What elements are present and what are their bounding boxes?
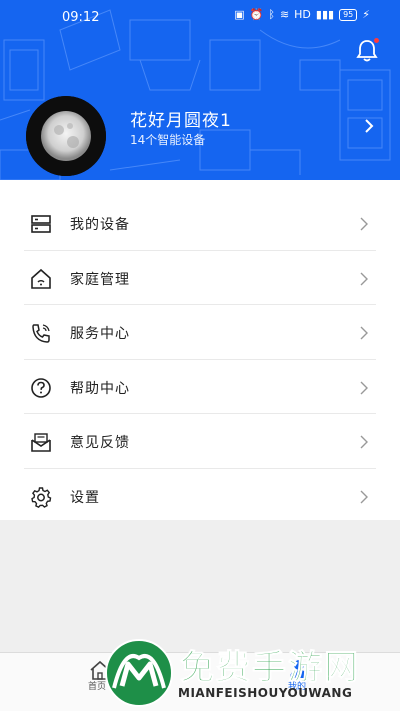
signal-icon: ▮▮▮: [315, 8, 335, 21]
charging-icon: ⚡: [362, 8, 370, 21]
menu-label: 家庭管理: [70, 271, 130, 288]
nfc-icon: ▣: [234, 8, 245, 21]
bluetooth-icon: ᛒ: [268, 8, 275, 21]
menu-label: 服务中心: [70, 326, 130, 343]
phone-service-icon: [32, 324, 50, 343]
hd-icon: HD: [294, 8, 311, 21]
status-icons: ▣ ⏰ ᛒ ≋ HD ▮▮▮ 95 ⚡: [234, 8, 370, 21]
chevron-right-icon: [360, 435, 368, 449]
chevron-right-icon: [360, 490, 368, 504]
menu-item-service-center[interactable]: 服务中心: [24, 305, 376, 360]
menu-label: 帮助中心: [70, 380, 130, 397]
avatar[interactable]: [26, 96, 106, 176]
settings-gear-icon: [31, 487, 52, 508]
home-icon: [31, 268, 51, 289]
menu-item-home-management[interactable]: 家庭管理: [24, 251, 376, 306]
status-time: 09:12: [62, 10, 100, 25]
feedback-mail-icon: [31, 433, 51, 453]
user-name[interactable]: 花好月圆夜1: [130, 106, 232, 131]
battery-icon: 95: [339, 8, 358, 21]
help-icon: [31, 377, 51, 398]
menu-label: 意见反馈: [70, 435, 130, 452]
chevron-right-icon: [360, 272, 368, 286]
wifi-icon: ≋: [279, 8, 290, 21]
menu-item-settings[interactable]: 设置: [24, 469, 376, 524]
menu-item-help-center[interactable]: 帮助中心: [24, 360, 376, 415]
status-bar: 09:12 ▣ ⏰ ᛒ ≋ HD ▮▮▮ 95 ⚡: [0, 0, 400, 36]
alarm-icon: ⏰: [249, 8, 264, 21]
watermark-title: 免费手游网: [180, 648, 360, 689]
watermark-subtitle: MIANFEISHOUYOUWANG: [178, 686, 353, 700]
device-server-icon: [31, 215, 51, 233]
notification-badge: [374, 38, 379, 43]
profile-header: 09:12 ▣ ⏰ ᛒ ≋ HD ▮▮▮ 95 ⚡ 花好月圆夜1 14个智能设备: [0, 0, 400, 180]
menu-label: 我的设备: [70, 217, 130, 233]
chevron-right-icon: [360, 217, 368, 231]
menu-item-feedback[interactable]: 意见反馈: [24, 414, 376, 469]
menu-list: 我的设备 家庭管理 服务中心 帮助中心 意见反馈 设置: [0, 180, 400, 520]
menu-label: 设置: [70, 489, 100, 506]
moon-avatar-image: [26, 96, 106, 176]
watermark-logo-icon: [105, 639, 173, 707]
menu-item-my-devices[interactable]: 我的设备: [24, 196, 376, 251]
device-count: 14个智能设备: [130, 133, 206, 147]
chevron-right-icon: [360, 381, 368, 395]
chevron-right-icon[interactable]: [363, 118, 375, 134]
chevron-right-icon: [360, 326, 368, 340]
